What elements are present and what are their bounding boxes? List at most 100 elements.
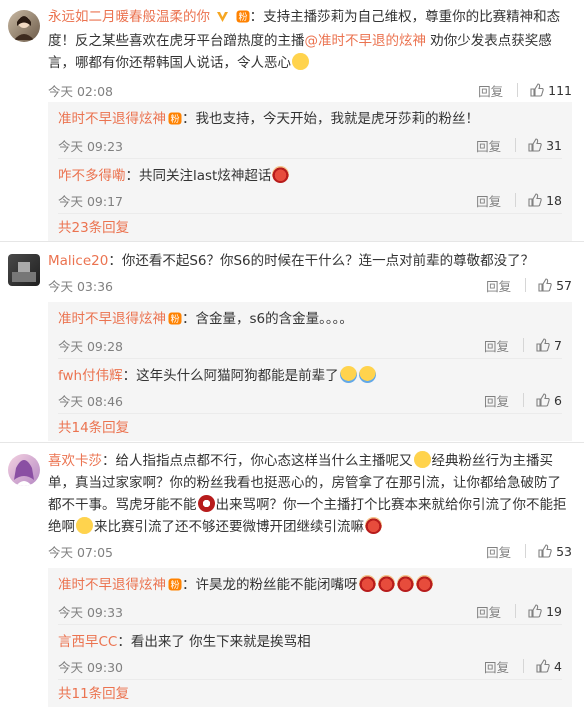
reply-author[interactable]: 准时不早退得炫神	[58, 105, 166, 127]
like-button[interactable]: 4	[536, 659, 562, 674]
like-count: 4	[554, 658, 562, 674]
like-button[interactable]: 53	[538, 544, 572, 559]
reply-item: 准时不早退得炫神粉：许昊龙的粉丝能不能闭嘴呀 今天 09:33 回复 19	[58, 568, 562, 624]
reply-list: 准时不早退得炫神粉：许昊龙的粉丝能不能闭嘴呀 今天 09:33 回复 19 言西…	[48, 568, 572, 707]
timestamp: 今天 09:33	[58, 604, 123, 620]
divider	[525, 544, 527, 558]
reply-author[interactable]: 准时不早退得炫神	[58, 571, 166, 593]
fan-badge-icon: 粉	[236, 8, 250, 30]
reply-item: 准时不早退得炫神粉：含金量，s6的含金量。。。。 今天 09:28 回复 7	[58, 302, 562, 358]
comment-author[interactable]: 喜欢卡莎	[48, 453, 102, 469]
mention-link[interactable]: @准时不早退的炫神	[305, 33, 427, 49]
reply-text: 共同关注last炫神超话	[139, 168, 272, 184]
reply-meta: 今天 09:28 回复 7	[58, 332, 562, 358]
reply-item: 言西早CC：看出来了 你生下来就是挨骂相 今天 09:30 回复 4	[58, 624, 562, 679]
reply-item: 准时不早退得炫神粉：我也支持，今天开始，我就是虎牙莎莉的粉丝！ 今天 09:23…	[58, 102, 562, 158]
comment-meta: 今天 02:08 回复 111	[48, 77, 572, 103]
reply-text: 这年头什么阿猫阿狗都能是前辈了	[136, 368, 339, 384]
reply-text: 我也支持，今天开始，我就是虎牙莎莉的粉丝！	[195, 111, 480, 127]
more-replies-link[interactable]: 共23条回复	[58, 213, 562, 241]
thumbs-up-icon	[528, 604, 542, 618]
thumbs-up-icon	[538, 278, 552, 292]
reply-text: 看出来了 你生下来就是挨骂相	[130, 634, 311, 650]
comment-body-cont: 来比赛引流了还不够还要微博开团继续引流嘛	[94, 519, 364, 535]
like-count: 111	[548, 82, 572, 98]
thumbs-up-icon	[538, 544, 552, 558]
comment-text: 永远如二月暖春般温柔的你 粉：支持主播莎莉为自己维权，尊重你的比赛精神和态度！反…	[48, 6, 572, 74]
fire-emoji-icon	[358, 575, 376, 592]
fire-emoji-icon	[377, 575, 395, 592]
reply-button[interactable]: 回复	[486, 542, 511, 561]
reply-list: 准时不早退得炫神粉：我也支持，今天开始，我就是虎牙莎莉的粉丝！ 今天 09:23…	[48, 102, 572, 241]
divider	[515, 604, 517, 618]
timestamp: 今天 07:05	[48, 544, 113, 560]
thumbs-up-icon	[528, 193, 542, 207]
divider	[515, 138, 517, 152]
svg-text:粉: 粉	[170, 113, 179, 125]
reply-author[interactable]: 咋不多得嘞	[58, 162, 126, 184]
crying-emoji-icon	[292, 53, 309, 70]
timestamp: 今天 08:46	[58, 393, 123, 409]
reply-meta: 今天 09:33 回复 19	[58, 598, 562, 624]
thinking-emoji-icon	[413, 451, 431, 468]
comment-author[interactable]: Malice20	[48, 253, 108, 269]
timestamp: 今天 09:23	[58, 138, 123, 154]
like-count: 18	[546, 192, 562, 208]
like-count: 7	[554, 337, 562, 353]
like-button[interactable]: 6	[536, 393, 562, 408]
fire-emoji-icon	[272, 166, 290, 183]
reply-author[interactable]: fwh付伟辉	[58, 362, 123, 384]
avatar[interactable]	[8, 454, 40, 486]
like-button[interactable]: 19	[528, 604, 562, 619]
colon: ：	[249, 9, 264, 25]
more-replies-link[interactable]: 共11条回复	[58, 679, 562, 707]
thumbs-up-icon	[536, 338, 550, 352]
like-count: 6	[554, 392, 562, 408]
thumbs-up-icon	[528, 138, 542, 152]
divider	[523, 338, 525, 352]
divider	[0, 442, 584, 443]
comment-text: 喜欢卡莎：给人指指点点都不行，你心态这样当什么主播呢又 经典粉丝行为主播买单，真当…	[48, 450, 572, 538]
comment-body: 你还看不起S6？你S6的时候在干什么？连一点对前辈的尊敬都没了？	[121, 253, 535, 269]
like-button[interactable]: 31	[528, 138, 562, 153]
divider	[517, 83, 519, 97]
reply-button[interactable]: 回复	[484, 336, 509, 355]
ring-emoji-icon	[197, 495, 215, 512]
svg-text:粉: 粉	[238, 11, 247, 23]
reply-button[interactable]: 回复	[476, 602, 501, 621]
reply-button[interactable]: 回复	[486, 276, 511, 295]
fire-emoji-icon	[396, 575, 414, 592]
comment-author[interactable]: 永远如二月暖春般温柔的你	[48, 9, 210, 25]
reply-author[interactable]: 准时不早退得炫神	[58, 305, 166, 327]
like-button[interactable]: 57	[538, 278, 572, 293]
like-button[interactable]: 18	[528, 193, 562, 208]
reply-button[interactable]: 回复	[484, 391, 509, 410]
svg-text:粉: 粉	[170, 313, 179, 325]
reply-button[interactable]: 回复	[478, 81, 503, 100]
reply-text: 许昊龙的粉丝能不能闭嘴呀	[195, 577, 358, 593]
timestamp: 今天 09:30	[58, 659, 123, 675]
fan-badge-icon: 粉	[168, 310, 182, 332]
like-count: 57	[556, 277, 572, 293]
comment-text: Malice20：你还看不起S6？你S6的时候在干什么？连一点对前辈的尊敬都没了…	[48, 250, 572, 272]
reply-item: 咋不多得嘞：共同关注last炫神超话 今天 09:17 回复 18	[58, 158, 562, 213]
reply-button[interactable]: 回复	[484, 657, 509, 676]
thumbs-up-icon	[530, 83, 544, 97]
reply-button[interactable]: 回复	[476, 191, 501, 210]
comment-meta: 今天 07:05 回复 53	[48, 538, 572, 564]
avatar[interactable]	[8, 254, 40, 286]
avatar[interactable]	[8, 10, 40, 42]
more-replies-link[interactable]: 共14条回复	[58, 413, 562, 441]
reply-button[interactable]: 回复	[476, 136, 501, 155]
divider	[523, 393, 525, 407]
reply-meta: 今天 09:17 回复 18	[58, 187, 562, 213]
colon: ：	[102, 453, 116, 469]
like-button[interactable]: 111	[530, 83, 572, 98]
comment-body: 给人指指点点都不行，你心态这样当什么主播呢又	[115, 453, 413, 469]
reply-author[interactable]: 言西早CC	[58, 628, 117, 650]
like-button[interactable]: 7	[536, 338, 562, 353]
like-count: 19	[546, 603, 562, 619]
reply-meta: 今天 08:46 回复 6	[58, 387, 562, 413]
reply-text: 含金量，s6的含金量。。。。	[195, 311, 353, 327]
reply-item: fwh付伟辉：这年头什么阿猫阿狗都能是前辈了 今天 08:46 回复 6	[58, 358, 562, 413]
